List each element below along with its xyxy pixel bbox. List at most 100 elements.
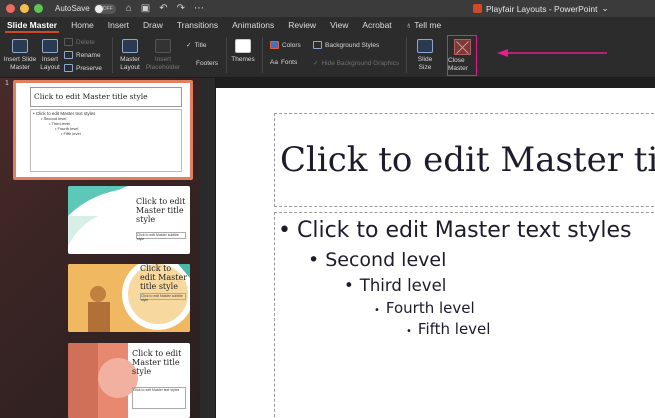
- annotation-arrow: [497, 49, 607, 57]
- layout-icon: [42, 39, 58, 53]
- autosave-label: AutoSave: [55, 4, 90, 13]
- lightbulb-icon: ♁: [405, 20, 413, 30]
- text-level-3[interactable]: • Third level: [344, 276, 446, 295]
- preserve-label: Preserve: [76, 64, 103, 72]
- slide-size-button[interactable]: Slide Size: [412, 39, 438, 71]
- close-master-button[interactable]: Close Master: [447, 35, 477, 76]
- hide-background-graphics-label: Hide Background Graphics: [321, 59, 400, 67]
- quick-access-toolbar: ⌂ ▣ ↶ ↷ ⋯: [126, 3, 204, 14]
- slide-master-thumbnail[interactable]: Click to edit Master title style • Click…: [13, 80, 193, 180]
- colors-icon: [270, 41, 279, 49]
- tab-draw[interactable]: Draw: [136, 20, 170, 33]
- fonts-button[interactable]: Aa Fonts: [270, 59, 297, 66]
- layout-title: Click to edit Master title style: [132, 349, 182, 376]
- home-icon[interactable]: ⌂: [126, 3, 132, 14]
- thumbnail-scrollbar[interactable]: [200, 78, 216, 418]
- ribbon-tabs: Slide Master Home Insert Draw Transition…: [0, 17, 655, 33]
- document-title: Playfair Layouts - PowerPoint ⌄: [473, 3, 609, 14]
- slide-master-icon: [12, 39, 28, 53]
- close-master-label: Close Master: [448, 57, 468, 72]
- master-layout-icon: [122, 39, 138, 53]
- maximize-window-button[interactable]: [34, 4, 43, 13]
- delete-button[interactable]: Delete: [64, 38, 95, 46]
- text-level-5[interactable]: • Fifth level: [406, 320, 490, 338]
- preserve-button[interactable]: Preserve: [64, 64, 102, 72]
- insert-placeholder-label: Insert Placeholder: [145, 56, 181, 71]
- themes-label: Themes: [231, 56, 255, 63]
- footers-checkbox[interactable]: Footers: [196, 60, 218, 67]
- tab-insert[interactable]: Insert: [101, 20, 136, 33]
- background-styles-icon: [313, 41, 322, 49]
- tab-slide-master[interactable]: Slide Master: [0, 20, 64, 33]
- slide-size-icon: [417, 39, 433, 53]
- tab-view[interactable]: View: [323, 20, 355, 33]
- layout-title: Click to edit Master title style: [136, 197, 186, 224]
- layout-subtitle: Click to edit Master subtitle style: [140, 293, 186, 302]
- tab-tell-me[interactable]: ♁ Tell me: [399, 20, 449, 33]
- layout-thumbnail[interactable]: Click to edit Master title style Click t…: [68, 343, 190, 418]
- title-bar: AutoSave OFF ⌂ ▣ ↶ ↷ ⋯ Playfair Layouts …: [0, 0, 655, 17]
- ribbon-divider: [112, 37, 113, 73]
- colors-label: Colors: [282, 41, 301, 49]
- colors-button[interactable]: Colors: [270, 41, 301, 49]
- preserve-icon: [64, 64, 73, 72]
- ribbon-divider: [226, 37, 227, 73]
- placeholder-icon: [155, 39, 171, 53]
- text-level-1[interactable]: • Click to edit Master text styles: [278, 218, 631, 243]
- insert-slide-master-label: Insert Slide Master: [3, 56, 37, 71]
- redo-icon[interactable]: ↷: [177, 3, 185, 14]
- slide-canvas[interactable]: Click to edit Master title style •Click …: [216, 88, 655, 418]
- chevron-down-icon[interactable]: ⌄: [602, 3, 609, 14]
- ribbon-divider: [406, 37, 407, 73]
- master-layout-button[interactable]: Master Layout: [116, 39, 144, 71]
- master-layout-label: Master Layout: [120, 56, 140, 71]
- fonts-label: Fonts: [280, 59, 298, 66]
- thumbnail-level-5: • Fifth level: [61, 131, 81, 136]
- ribbon-divider: [262, 37, 263, 73]
- checkmark-icon: ✓: [186, 42, 192, 49]
- text-level-4[interactable]: • Fourth level: [374, 299, 475, 317]
- checkmark-icon: ✓: [313, 60, 319, 67]
- window-controls: [6, 4, 43, 13]
- title-checkbox[interactable]: ✓ Title: [186, 41, 207, 50]
- thumbnail-title: Click to edit Master title style: [30, 87, 182, 107]
- slide-number: 1: [5, 80, 9, 87]
- tab-acrobat[interactable]: Acrobat: [355, 20, 398, 33]
- delete-label: Delete: [76, 38, 95, 46]
- rename-button[interactable]: Rename: [64, 51, 101, 59]
- insert-layout-button[interactable]: Insert Layout: [38, 39, 62, 71]
- rename-label: Rename: [76, 51, 101, 59]
- insert-layout-label: Insert Layout: [40, 56, 60, 71]
- delete-icon: [64, 38, 73, 46]
- footers-label: Footers: [196, 60, 219, 67]
- layout-thumbnail[interactable]: Click to edit Master title style Click t…: [68, 264, 190, 332]
- themes-button[interactable]: Themes: [230, 39, 256, 64]
- autosave-toggle[interactable]: OFF: [93, 3, 116, 14]
- themes-icon: [235, 39, 251, 53]
- background-styles-button[interactable]: Background Styles: [313, 41, 379, 49]
- title-checkbox-label: Title: [194, 41, 207, 49]
- document-title-text: Playfair Layouts - PowerPoint: [486, 3, 598, 14]
- rename-icon: [64, 51, 73, 59]
- close-master-icon: [453, 39, 471, 55]
- text-level-2[interactable]: • Second level: [308, 249, 446, 271]
- minimize-window-button[interactable]: [20, 4, 29, 13]
- tab-transitions[interactable]: Transitions: [170, 20, 225, 33]
- layout-title: Click to edit Master title style: [140, 264, 188, 291]
- close-window-button[interactable]: [6, 4, 15, 13]
- insert-slide-master-button[interactable]: Insert Slide Master: [3, 39, 37, 71]
- tab-review[interactable]: Review: [281, 20, 323, 33]
- powerpoint-icon: [473, 4, 482, 13]
- tab-home[interactable]: Home: [64, 20, 101, 33]
- layout-subtitle: Click to edit Master text styles: [132, 387, 186, 409]
- undo-icon[interactable]: ↶: [159, 3, 167, 14]
- insert-placeholder-button[interactable]: Insert Placeholder: [145, 39, 181, 71]
- more-icon[interactable]: ⋯: [194, 3, 204, 14]
- hide-background-graphics-checkbox[interactable]: ✓ Hide Background Graphics: [313, 59, 400, 68]
- save-icon[interactable]: ▣: [141, 3, 150, 14]
- layout-thumbnail[interactable]: Click to edit Master title style Click t…: [68, 186, 190, 254]
- tab-animations[interactable]: Animations: [225, 20, 281, 33]
- master-title-text[interactable]: Click to edit Master title style: [280, 140, 655, 180]
- fonts-icon: Aa: [270, 59, 278, 66]
- background-styles-label: Background Styles: [325, 41, 380, 49]
